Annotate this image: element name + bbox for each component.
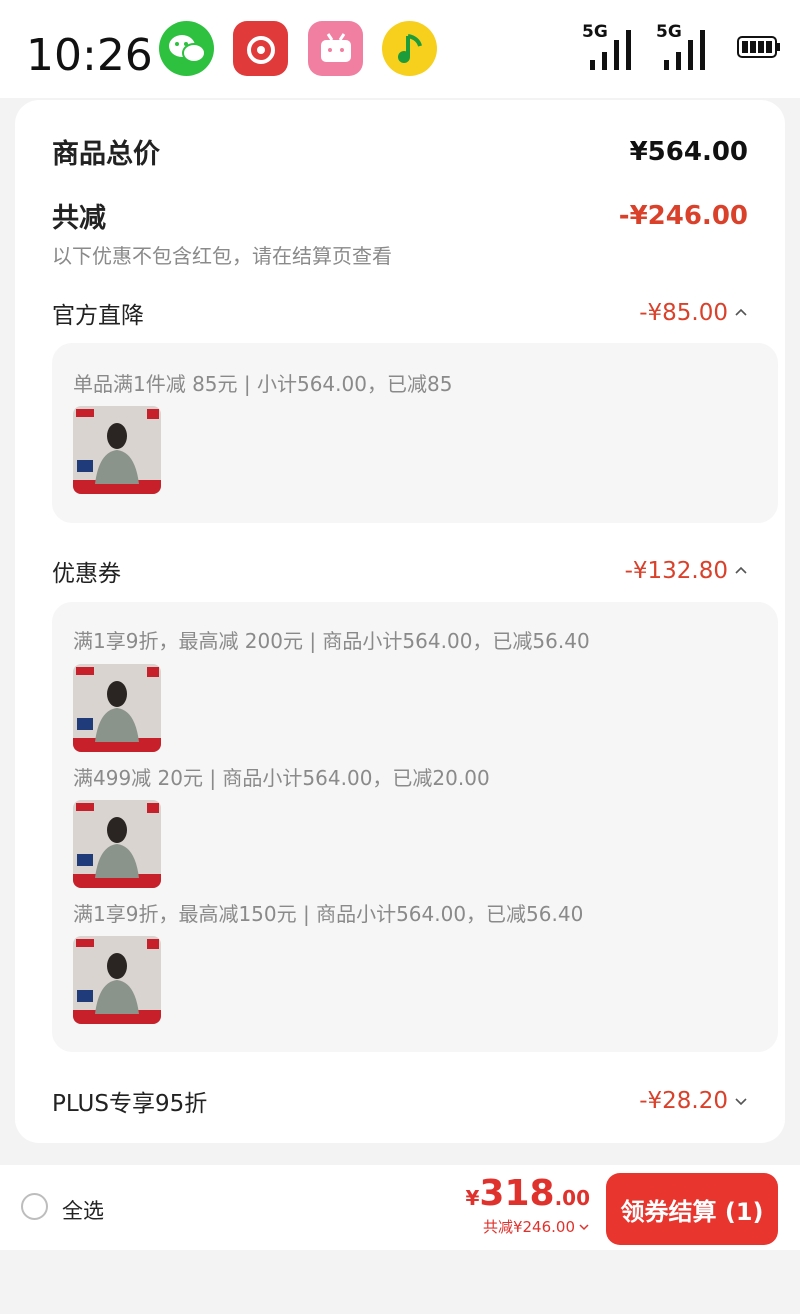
total-price-block: ¥318.00 共减¥246.00 [465,1173,590,1237]
official-drop-value: -¥85.00 [639,300,728,326]
checkout-bar: 全选 ¥318.00 共减¥246.00 领券结算 (1) [0,1165,800,1250]
qq-music-icon [382,21,437,76]
official-drop-row[interactable]: 官方直降 -¥85.00 [52,296,748,330]
total-discount-row: 共减 -¥246.00 [52,196,748,235]
total-discount-label: 共减 [52,203,106,234]
discount-detail-card: 商品总价 ¥564.00 共减 -¥246.00 以下优惠不包含红包，请在结算页… [15,100,785,1143]
goods-total-value: ¥564.00 [629,136,748,167]
coupon-item-detail: 满1享9折，最高减150元 | 商品小计564.00，已减56.40 [73,902,584,926]
official-drop-amount[interactable]: -¥85.00 [639,300,748,326]
wechat-icon [159,21,214,76]
chevron-up-icon [735,566,747,574]
product-thumbnail[interactable] [73,406,161,494]
battery-icon [737,36,781,58]
coupon-row[interactable]: 优惠券 -¥132.80 [52,554,748,588]
coupon-value: -¥132.80 [624,558,728,584]
coupon-label: 优惠券 [52,561,121,587]
product-thumbnail[interactable] [73,936,161,1024]
plus-discount-label: PLUS专享95折 [52,1091,208,1117]
chevron-down-icon [579,1223,589,1230]
plus-discount-amount[interactable]: -¥28.20 [639,1088,748,1114]
coupon-panel: 满1享9折，最高减 200元 | 商品小计564.00，已减56.40 满499… [52,602,778,1052]
select-all-radio[interactable] [21,1193,48,1220]
discount-note: 以下优惠不包含红包，请在结算页查看 [52,244,392,268]
clock: 10:26 [26,30,153,81]
checkout-button[interactable]: 领券结算 (1) [606,1173,778,1245]
product-thumbnail[interactable] [73,800,161,888]
coupon-amount[interactable]: -¥132.80 [625,558,748,584]
official-drop-panel: 单品满1件减 85元 | 小计564.00，已减85 [52,343,778,523]
total-price-integer: 318 [479,1173,555,1214]
bilibili-icon [308,21,363,76]
chevron-down-icon [735,1098,747,1106]
bottom-spacer [0,1250,800,1314]
status-bar: 10:26 5G 5G [0,0,800,98]
goods-total-label: 商品总价 [52,139,160,170]
official-drop-detail: 单品满1件减 85元 | 小计564.00，已减85 [73,372,453,396]
coupon-item-detail: 满1享9折，最高减 200元 | 商品小计564.00，已减56.40 [73,629,590,653]
reduced-summary-text: 共减¥246.00 [482,1218,575,1236]
select-all-label[interactable]: 全选 [62,1195,104,1225]
netease-music-icon [233,21,288,76]
plus-discount-value: -¥28.20 [639,1088,728,1114]
total-discount-value: -¥246.00 [618,200,748,231]
goods-total-row: 商品总价 ¥564.00 [52,132,748,171]
total-price-decimal: .00 [554,1186,590,1210]
official-drop-label: 官方直降 [52,303,144,329]
total-price: ¥318.00 [465,1173,590,1214]
plus-discount-row[interactable]: PLUS专享95折 -¥28.20 [52,1084,748,1118]
chevron-up-icon [735,308,747,316]
coupon-item-detail: 满499减 20元 | 商品小计564.00，已减20.00 [73,766,490,790]
reduced-summary[interactable]: 共减¥246.00 [465,1216,590,1237]
product-thumbnail[interactable] [73,664,161,752]
currency-symbol: ¥ [465,1186,480,1210]
